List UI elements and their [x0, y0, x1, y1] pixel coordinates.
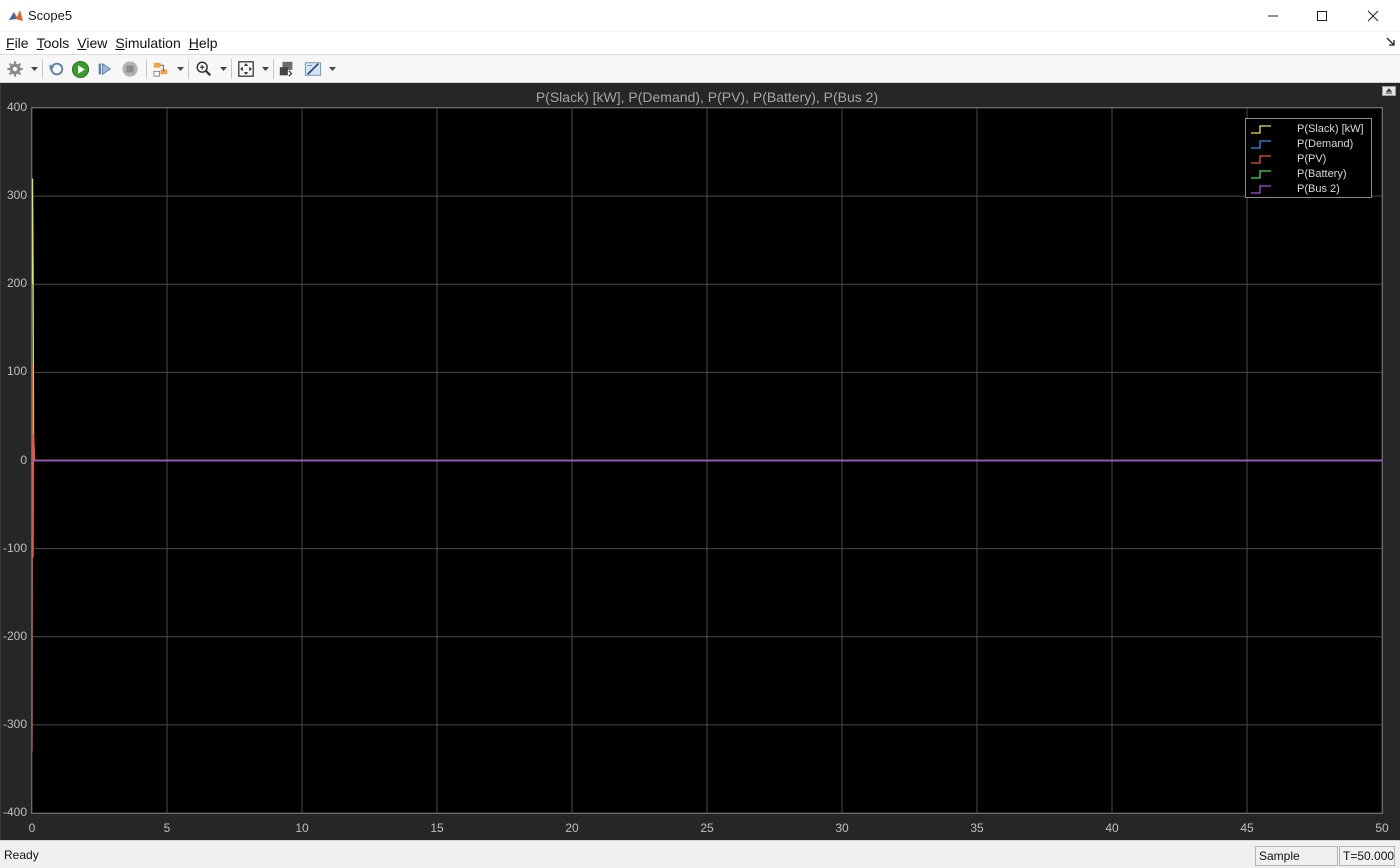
toolbar-separator: [231, 59, 232, 79]
legend-swatch: [1251, 140, 1271, 149]
status-bar: Ready Sample based T=50.000: [0, 840, 1400, 868]
run-icon: [71, 60, 89, 78]
legend-label: P(PV): [1297, 153, 1327, 165]
toolbar-separator: [188, 59, 189, 79]
zoom-button[interactable]: [194, 59, 214, 79]
toolbar-separator: [42, 59, 43, 79]
settings-button[interactable]: [5, 59, 25, 79]
toolbar: [0, 54, 1400, 83]
zoom-icon: [196, 61, 212, 77]
sample-mode-indicator: Sample based: [1255, 846, 1338, 868]
highlight-button[interactable]: [151, 59, 171, 79]
y-tick-label: -300: [2, 716, 27, 731]
menu-help[interactable]: Help: [186, 32, 221, 54]
legend-entry[interactable]: P(Demand): [1246, 137, 1373, 152]
y-tick-label: 200: [6, 276, 27, 291]
menu-file[interactable]: File: [3, 32, 32, 54]
y-tick-label: -400: [2, 805, 27, 819]
x-tick-label: 5: [163, 821, 171, 835]
measurements-button[interactable]: [303, 59, 323, 79]
maximize-icon: [1317, 11, 1327, 21]
settings-dropdown-icon[interactable]: [31, 67, 38, 72]
y-tick-label: -200: [2, 628, 27, 643]
minimize-button[interactable]: [1248, 0, 1298, 32]
legend-label: P(Bus 2): [1297, 183, 1340, 195]
highlight-icon: [152, 62, 167, 77]
menu-simulation[interactable]: Simulation: [112, 32, 183, 54]
x-tick-label: 40: [1105, 821, 1119, 835]
maximize-button[interactable]: [1297, 0, 1347, 32]
title-bar: Scope5: [0, 0, 1400, 32]
menu-tools[interactable]: Tools: [34, 32, 73, 54]
menu-bar: File Tools View Simulation Help: [0, 32, 1400, 54]
y-tick-label: 100: [6, 364, 27, 379]
status-text: Ready: [4, 848, 39, 862]
step-forward-icon: [98, 62, 112, 76]
y-tick-label: 400: [6, 100, 27, 114]
x-tick-label: 25: [700, 821, 714, 835]
toolbar-separator: [273, 59, 274, 79]
menu-view[interactable]: View: [74, 32, 110, 54]
step-back-icon: [49, 62, 64, 76]
highlight-dropdown-icon[interactable]: [177, 67, 184, 72]
window-title: Scope5: [28, 8, 73, 23]
toolbar-separator: [146, 59, 147, 79]
matlab-icon: [9, 10, 23, 21]
measure-dropdown-icon[interactable]: [329, 67, 336, 72]
x-tick-label: 20: [565, 821, 579, 835]
plot-legend[interactable]: P(Slack) [kW] P(Demand) P(PV) P(Battery) P(B…: [1245, 118, 1372, 198]
x-tick-label: 50: [1375, 821, 1389, 835]
y-tick-label: 300: [6, 188, 27, 203]
plot-canvas: [32, 108, 1382, 813]
x-tick-label: 30: [835, 821, 849, 835]
legend-entry[interactable]: P(Battery): [1246, 167, 1373, 182]
plot-axes[interactable]: [31, 107, 1383, 814]
zoom-dropdown-icon[interactable]: [220, 67, 227, 72]
legend-entry[interactable]: P(Slack) [kW]: [1246, 122, 1373, 137]
legend-swatch: [1251, 155, 1271, 164]
stop-icon: [122, 61, 138, 77]
y-tick-label: 0: [20, 452, 27, 467]
legend-entry[interactable]: P(PV): [1246, 152, 1373, 167]
x-tick-label: 45: [1240, 821, 1254, 835]
fit-icon: [238, 61, 254, 77]
fit-to-view-button[interactable]: [236, 59, 256, 79]
legend-entry[interactable]: P(Bus 2): [1246, 182, 1373, 197]
legend-label: P(Slack) [kW]: [1297, 123, 1364, 135]
x-tick-label: 35: [970, 821, 984, 835]
legend-swatch: [1251, 185, 1271, 194]
x-tick-label: 10: [295, 821, 309, 835]
gear-icon: [7, 61, 23, 77]
y-tick-label: -100: [2, 540, 27, 555]
plot-title: P(Slack) [kW], P(Demand), P(PV), P(Batte…: [535, 89, 879, 105]
step-back-button[interactable]: [46, 59, 66, 79]
stop-button[interactable]: [120, 59, 140, 79]
close-button[interactable]: [1348, 0, 1398, 32]
legend-swatch: [1251, 125, 1271, 134]
x-tick-label: 15: [430, 821, 444, 835]
x-tick-label: 0: [28, 821, 36, 835]
measure-icon: [304, 62, 322, 76]
dock-arrow-icon[interactable]: [1386, 37, 1396, 47]
run-button[interactable]: [70, 59, 90, 79]
legend-label: P(Battery): [1297, 168, 1347, 180]
restore-icon: [279, 61, 293, 77]
legend-swatch: [1251, 170, 1271, 179]
fit-dropdown-icon[interactable]: [262, 67, 269, 72]
legend-label: P(Demand): [1297, 138, 1354, 150]
minimize-icon: [1268, 15, 1278, 17]
restore-button[interactable]: [277, 59, 297, 79]
step-forward-button[interactable]: [95, 59, 115, 79]
simulation-time-indicator: T=50.000: [1339, 846, 1395, 866]
close-icon: [1367, 10, 1379, 22]
